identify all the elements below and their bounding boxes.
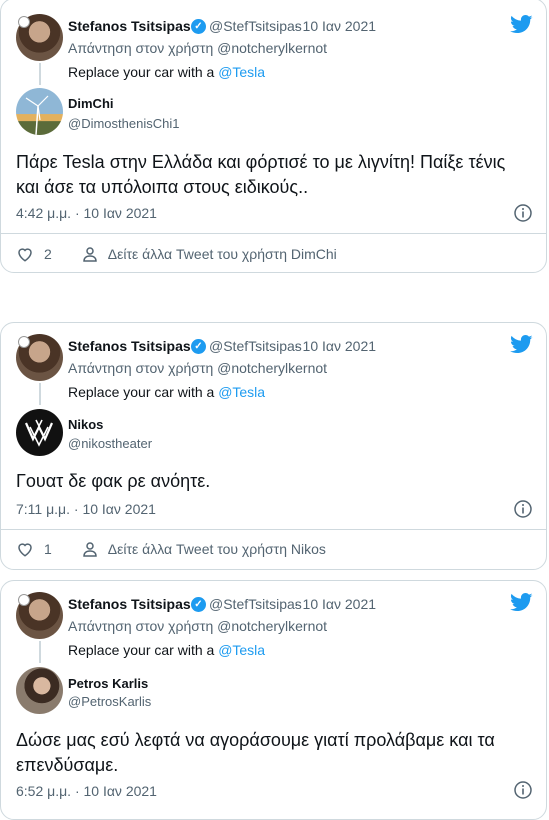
quoted-tweet-text: Replace your car with a @Tesla [68, 64, 266, 80]
verified-badge-icon: ✓ [191, 597, 206, 612]
more-tweets-link[interactable]: Δείτε άλλα Tweet του χρήστη Nikos [108, 541, 326, 557]
like-count[interactable]: 2 [44, 246, 52, 262]
info-icon[interactable] [514, 204, 532, 222]
divider [1, 529, 546, 530]
quoted-tweet-text: Replace your car with a @Tesla [68, 642, 266, 658]
reply-timestamp[interactable]: 6:52 μ.μ. · 10 Ιαν 2021 [16, 783, 157, 799]
reply-author-name[interactable]: Nikos [68, 417, 103, 432]
like-count[interactable]: 1 [44, 541, 52, 557]
twitter-bird-icon[interactable] [510, 15, 533, 34]
tweet-card-3[interactable]: Stefanos Tsitsipas ✓ @StefTsitsipas · 10… [0, 580, 547, 820]
author-handle[interactable]: @StefTsitsipas [209, 596, 302, 612]
thread-line [39, 641, 41, 663]
reply-text: Δώσε μας εσύ λεφτά να αγοράσουμε γιατί π… [16, 730, 495, 775]
reply-avatar[interactable] [16, 88, 63, 135]
thread-line [39, 383, 41, 405]
tesla-mention-link[interactable]: @Tesla [218, 384, 265, 400]
reply-timestamp[interactable]: 4:42 μ.μ. · 10 Ιαν 2021 [16, 205, 157, 221]
tweet-card-2[interactable]: Stefanos Tsitsipas ✓ @StefTsitsipas · 10… [0, 322, 547, 570]
thread-line [39, 63, 41, 85]
reply-avatar[interactable] [16, 667, 63, 714]
reply-author-handle[interactable]: @DimosthenisChi1 [68, 116, 179, 131]
divider [1, 233, 546, 234]
author-handle[interactable]: @StefTsitsipas [209, 338, 302, 354]
more-tweets-link[interactable]: Δείτε άλλα Tweet του χρήστη DimChi [108, 246, 337, 262]
twitter-bird-icon[interactable] [510, 593, 533, 612]
author-avatar[interactable] [16, 14, 63, 61]
author-name[interactable]: Stefanos Tsitsipas [68, 338, 191, 354]
reply-author-name[interactable]: Petros Karlis [68, 676, 148, 691]
reply-text: Πάρε Tesla στην Ελλάδα και φόρτισέ το με… [16, 152, 506, 197]
info-icon[interactable] [514, 781, 532, 799]
reply-to-text[interactable]: Απάντηση στον χρήστη @notcherylkernot [68, 40, 327, 56]
author-avatar[interactable] [16, 592, 63, 639]
reply-author-name[interactable]: DimChi [68, 96, 114, 111]
person-icon [83, 247, 97, 262]
reply-timestamp[interactable]: 7:11 μ.μ. · 10 Ιαν 2021 [16, 501, 156, 517]
verified-badge-icon: ✓ [191, 19, 206, 34]
heart-icon[interactable] [16, 540, 34, 558]
reply-text: Γουατ δε φακ ρε ανόητε. [16, 471, 211, 491]
reply-author-handle[interactable]: @nikostheater [68, 436, 152, 451]
heart-icon[interactable] [16, 245, 34, 263]
tweet-card-1[interactable]: Stefanos Tsitsipas ✓ @StefTsitsipas · 10… [0, 0, 547, 273]
tweet-date[interactable]: · 10 Ιαν 2021 [294, 596, 376, 612]
verified-badge-icon: ✓ [191, 339, 206, 354]
action-row: 1 Δείτε άλλα Tweet του χρήστη Nikos [16, 540, 326, 558]
author-handle[interactable]: @StefTsitsipas [209, 18, 302, 34]
info-icon[interactable] [514, 500, 532, 518]
author-avatar[interactable] [16, 334, 63, 381]
tweet-date[interactable]: · 10 Ιαν 2021 [294, 18, 376, 34]
author-name[interactable]: Stefanos Tsitsipas [68, 596, 191, 612]
person-icon [83, 542, 97, 557]
reply-to-text[interactable]: Απάντηση στον χρήστη @notcherylkernot [68, 618, 327, 634]
twitter-bird-icon[interactable] [510, 335, 533, 354]
reply-to-text[interactable]: Απάντηση στον χρήστη @notcherylkernot [68, 360, 327, 376]
tweet-date[interactable]: · 10 Ιαν 2021 [294, 338, 376, 354]
reply-avatar[interactable] [16, 409, 63, 456]
tesla-mention-link[interactable]: @Tesla [218, 642, 265, 658]
author-name[interactable]: Stefanos Tsitsipas [68, 18, 191, 34]
action-row: 2 Δείτε άλλα Tweet του χρήστη DimChi [16, 245, 337, 263]
quoted-tweet-text: Replace your car with a @Tesla [68, 384, 266, 400]
reply-author-handle[interactable]: @PetrosKarlis [68, 694, 151, 709]
tesla-mention-link[interactable]: @Tesla [218, 64, 265, 80]
